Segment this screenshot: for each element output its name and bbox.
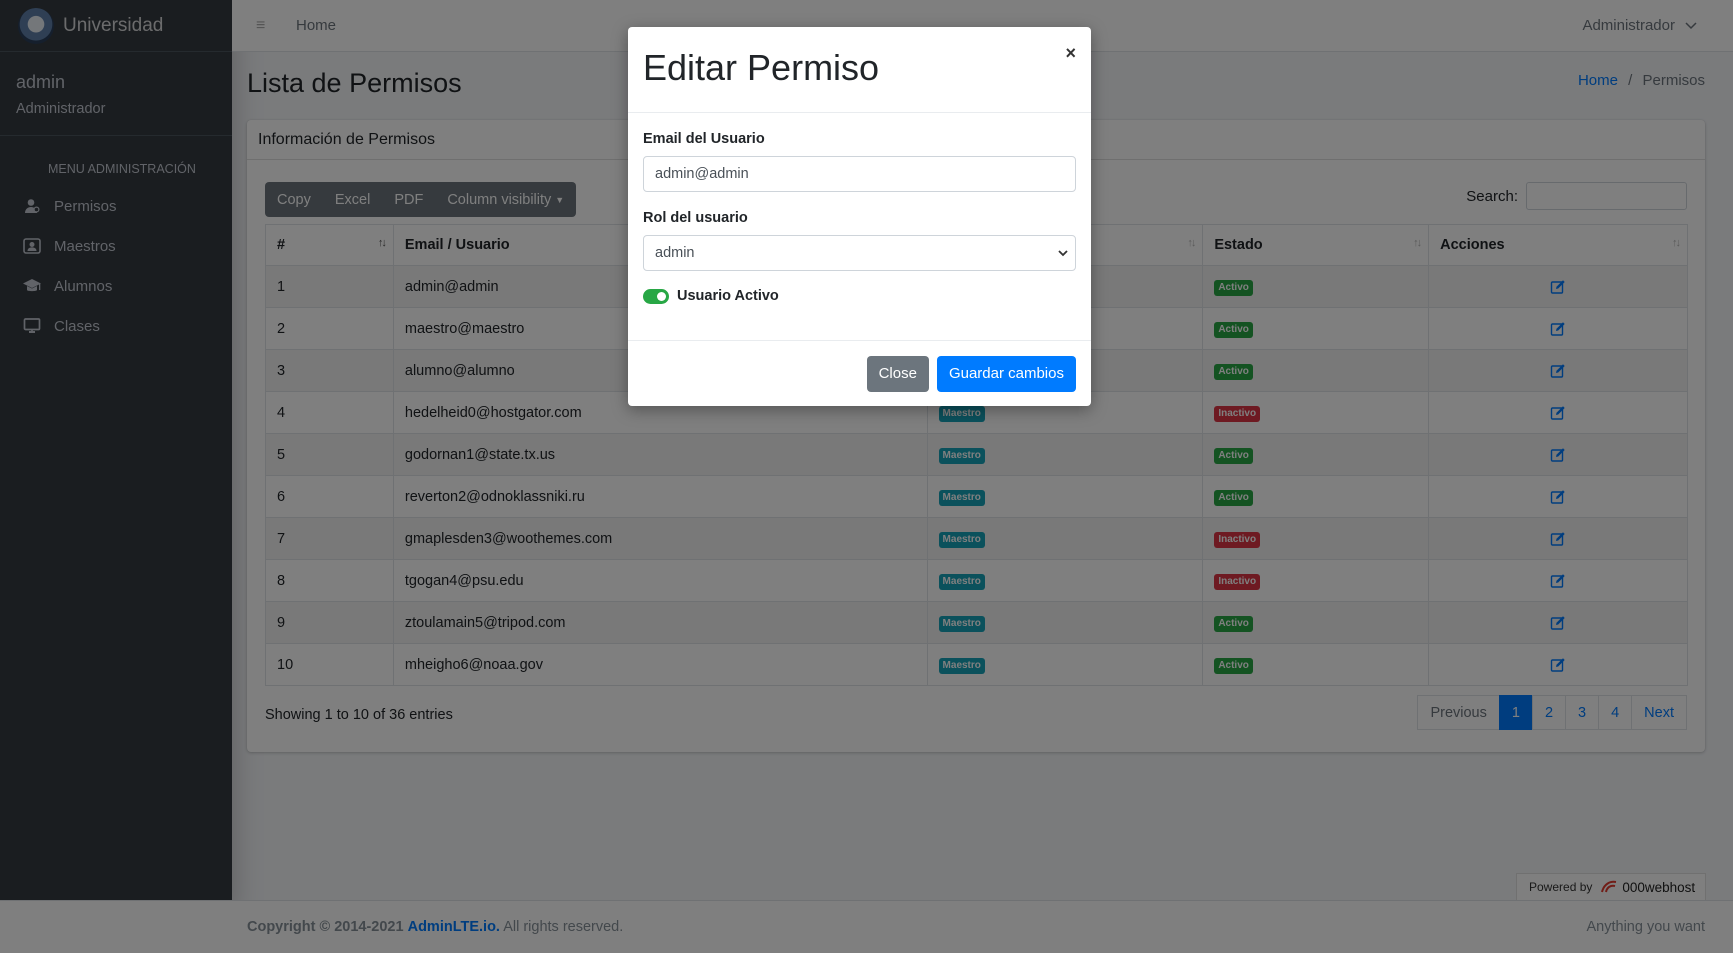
rol-select-value: admin	[655, 245, 695, 261]
usuario-activo-toggle[interactable]	[643, 288, 669, 304]
modal-header: Editar Permiso ×	[628, 27, 1091, 113]
usuario-activo-label[interactable]: Usuario Activo	[677, 288, 779, 304]
modal-title: Editar Permiso	[643, 47, 880, 88]
rol-label: Rol del usuario	[643, 210, 748, 226]
rol-select[interactable]: admin	[643, 235, 1076, 271]
close-icon[interactable]: ×	[1065, 43, 1076, 64]
chevron-down-icon	[1058, 250, 1068, 257]
usuario-activo-row: Usuario Activo	[643, 288, 1076, 304]
save-button[interactable]: Guardar cambios	[936, 355, 1076, 392]
modal-footer: Close Guardar cambios	[628, 340, 1091, 406]
modal-body: Email del Usuario admin@admin Rol del us…	[628, 113, 1091, 304]
edit-permission-modal: Editar Permiso × Email del Usuario admin…	[628, 27, 1091, 406]
email-field[interactable]: admin@admin	[643, 156, 1076, 192]
close-button[interactable]: Close	[866, 355, 929, 392]
email-label: Email del Usuario	[643, 131, 765, 147]
